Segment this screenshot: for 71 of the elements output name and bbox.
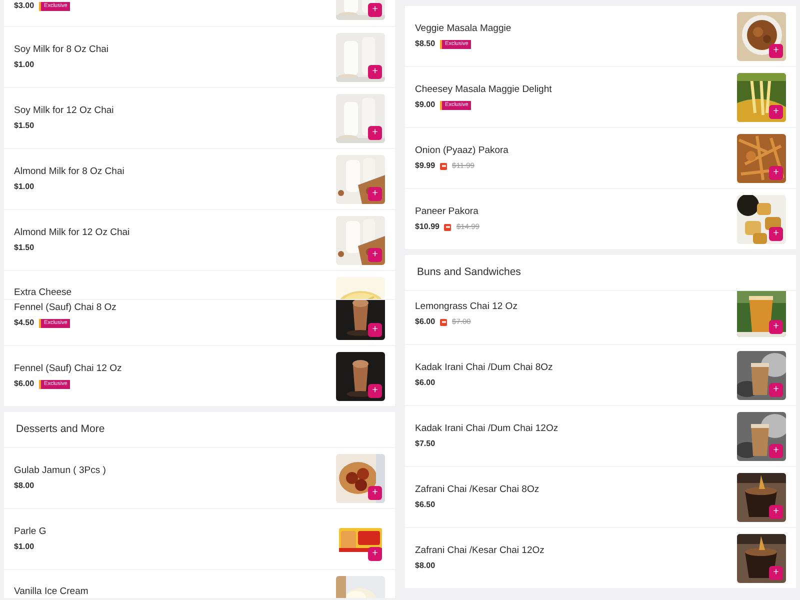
add-button[interactable]: + [368, 546, 382, 560]
menu-item[interactable]: Gulab Jamun ( 3Pcs ) $8.00 + [4, 448, 395, 508]
discount-icon [440, 318, 448, 326]
menu-item[interactable]: Soy Milk for 8 Oz Chai $1.00 + [4, 27, 395, 87]
item-name: Soy Milk for 8 Oz Chai [14, 44, 108, 56]
item-price: $9.00 [415, 100, 436, 110]
menu-item[interactable]: Vanilla Ice Cream [4, 570, 395, 598]
add-button[interactable]: + [769, 166, 783, 180]
item-price: $8.00 [14, 481, 34, 491]
item-price: $10.99 [415, 222, 440, 232]
add-button[interactable]: + [769, 382, 783, 396]
item-price: $8.00 [415, 561, 436, 571]
item-price: $3.00 [14, 1, 34, 11]
item-name: Soy Milk for 12 Oz Chai [14, 105, 114, 117]
add-button[interactable]: + [368, 384, 382, 398]
item-name: Almond Milk for 8 Oz Chai [14, 166, 124, 178]
item-price: $6.00 [415, 317, 436, 327]
add-button[interactable]: + [368, 486, 382, 500]
section-title: Buns and Sandwiches [417, 264, 521, 280]
add-button[interactable]: + [368, 323, 382, 337]
section-title: Desserts and More [16, 422, 105, 437]
menu-item[interactable]: Kadak Irani Chai /Dum Chai 8Oz $6.00 + [405, 345, 796, 405]
add-button[interactable]: + [368, 248, 382, 262]
item-price: $6.00 [14, 379, 34, 389]
item-price: $1.00 [14, 542, 34, 552]
menu-item[interactable]: Almond Milk for 12 Oz Chai $1.50 + [4, 210, 395, 270]
item-price: $1.50 [14, 121, 34, 131]
item-name: Fennel (Sauf) Chai 12 Oz [14, 363, 122, 375]
item-price: $1.50 [14, 243, 34, 253]
discount-icon [444, 224, 452, 230]
add-button[interactable]: + [769, 44, 783, 58]
add-button[interactable]: + [769, 504, 783, 518]
item-name: Parle G [14, 526, 46, 538]
item-name: Paneer Pakora [415, 206, 480, 218]
item-name: Veggie Masala Maggie [415, 23, 512, 35]
item-name: Extra Cheese [14, 287, 72, 299]
item-price: $1.00 [14, 182, 34, 192]
menu-item[interactable]: Parle G $1.00 + [4, 509, 395, 569]
item-name: Cheesey Masala Maggie Delight [415, 84, 552, 96]
add-button[interactable]: + [368, 64, 382, 78]
item-price: $9.99 [415, 161, 436, 171]
item-price: $8.50 [415, 39, 436, 49]
item-price: $4.50 [14, 318, 34, 328]
item-price: $6.50 [415, 500, 436, 510]
item-price: $6.00 [415, 378, 436, 388]
add-button[interactable]: + [769, 226, 783, 240]
item-name: Zafrani Chai /Kesar Chai 12Oz [415, 545, 544, 557]
item-name: Kadak Irani Chai /Dum Chai 8Oz [415, 362, 553, 374]
add-button[interactable]: + [769, 320, 783, 334]
add-button[interactable]: + [368, 126, 382, 140]
menu-item[interactable]: Soy Milk for 12 Oz Chai $1.50 + [4, 88, 395, 148]
item-name: Zafrani Chai /Kesar Chai 8Oz [415, 484, 540, 496]
add-button[interactable]: + [769, 104, 783, 118]
item-price: $1.00 [14, 60, 34, 70]
add-button[interactable]: + [368, 3, 382, 17]
menu-item[interactable]: Zafrani Chai /Kesar Chai 8Oz $6.50 + [405, 467, 796, 527]
add-button[interactable]: + [769, 566, 783, 580]
item-name: Kadak Irani Chai /Dum Chai 12Oz [415, 423, 558, 435]
item-name: Gulab Jamun ( 3Pcs ) [14, 465, 106, 477]
discount-icon [440, 162, 448, 170]
item-name: Fennel (Sauf) Chai 8 Oz [14, 302, 116, 314]
item-name: Onion (Pyaaz) Pakora [415, 145, 508, 157]
menu-item[interactable]: Kadak Irani Chai /Dum Chai 12Oz $7.50 + [405, 406, 796, 466]
add-button[interactable]: + [368, 186, 382, 200]
menu-item[interactable]: Almond Milk for 8 Oz Chai $1.00 + [4, 149, 395, 209]
item-price: $7.50 [415, 439, 436, 449]
item-name: Vanilla Ice Cream [14, 586, 88, 598]
item-name: Lemongrass Chai 12 Oz [415, 301, 518, 313]
item-name: Almond Milk for 12 Oz Chai [14, 227, 130, 239]
add-button[interactable]: + [769, 444, 783, 458]
menu-item[interactable]: Zafrani Chai /Kesar Chai 12Oz $8.00 + [405, 528, 796, 588]
